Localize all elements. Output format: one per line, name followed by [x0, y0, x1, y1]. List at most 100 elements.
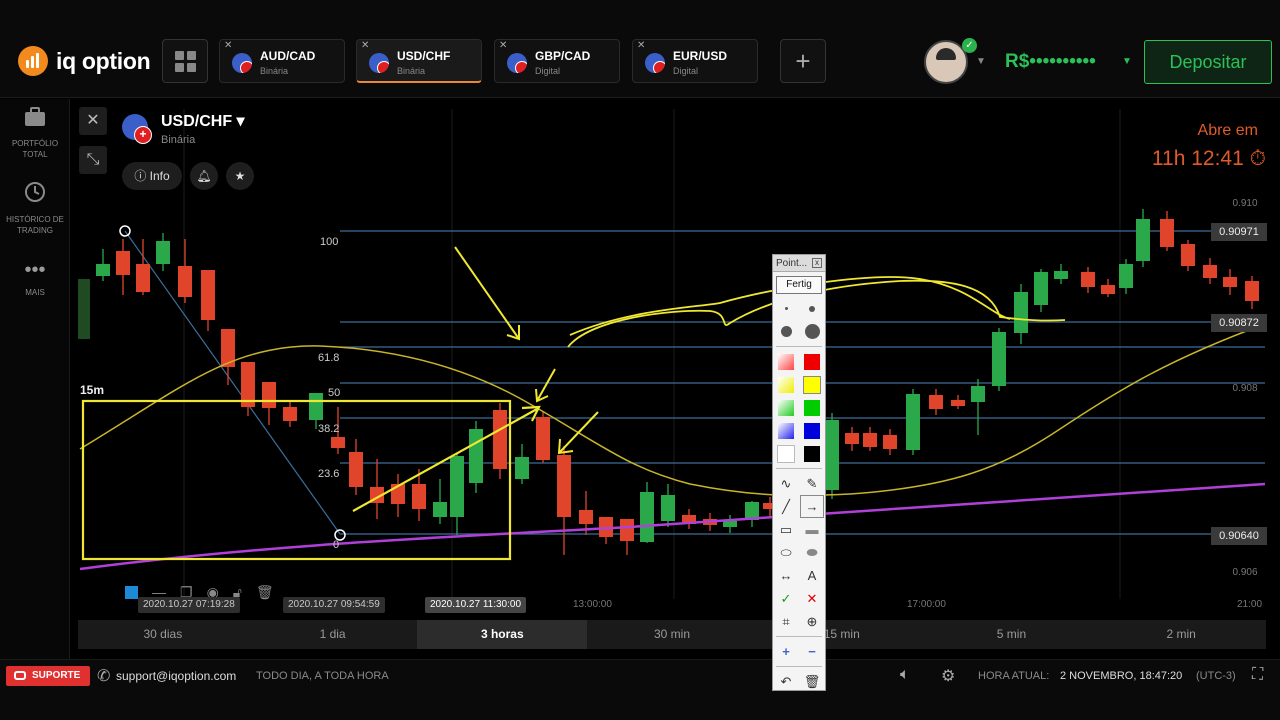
- pen-size-small[interactable]: [775, 298, 797, 319]
- fib-level-label: 50: [328, 387, 341, 399]
- balance[interactable]: R$••••••••••: [1005, 51, 1096, 73]
- tab-eur-usd[interactable]: ✕ EUR/USD Digital: [632, 39, 758, 83]
- assets-grid-button[interactable]: [162, 39, 208, 83]
- sidebar-item-label: MAIS: [25, 288, 45, 297]
- color-red-light[interactable]: [775, 351, 797, 372]
- color-yellow[interactable]: [801, 374, 823, 395]
- period-1d[interactable]: 1 dia: [248, 620, 418, 649]
- check-icon[interactable]: ✓: [775, 588, 797, 609]
- zoom-icon[interactable]: ⊕: [801, 611, 823, 632]
- bell-icon[interactable]: 🔔︎: [190, 162, 218, 190]
- timeframe-label[interactable]: 15m: [80, 383, 104, 397]
- done-button[interactable]: Fertig: [776, 276, 822, 294]
- period-5m[interactable]: 5 min: [927, 620, 1097, 649]
- fullscreen-icon[interactable]: ⛶: [1252, 666, 1263, 684]
- deposit-button[interactable]: Depositar: [1144, 40, 1272, 84]
- candle-body: [1101, 285, 1115, 294]
- close-chart-button[interactable]: ✕: [79, 107, 107, 135]
- flag-icon: [645, 53, 665, 73]
- close-tab-icon[interactable]: ✕: [224, 40, 232, 51]
- freehand-icon[interactable]: ∿: [775, 473, 797, 494]
- period-3h[interactable]: 3 horas: [417, 620, 588, 649]
- tab-gbp-cad[interactable]: ✕ GBP/CAD Digital: [494, 39, 620, 83]
- pen-size-xlarge[interactable]: [801, 321, 823, 342]
- color-white[interactable]: [775, 443, 797, 464]
- asset-name[interactable]: USD/CHF ▾: [161, 111, 245, 131]
- trash-icon[interactable]: 🗑︎: [801, 671, 823, 692]
- cross-icon[interactable]: ✕: [801, 588, 823, 609]
- filled-rectangle-icon[interactable]: ▬: [801, 519, 823, 540]
- color-blue[interactable]: [801, 420, 823, 441]
- chevron-down-icon[interactable]: ▼: [1122, 56, 1132, 67]
- filled-ellipse-icon[interactable]: ⬬: [801, 542, 823, 563]
- candle-body: [1014, 292, 1028, 333]
- color-black[interactable]: [801, 443, 823, 464]
- pen-size-medium[interactable]: [801, 298, 823, 319]
- candle-body: [96, 264, 110, 276]
- candle-body: [863, 433, 877, 447]
- minus-icon[interactable]: −: [801, 641, 823, 662]
- pointofix-palette: Point... x Fertig ∿ ✎ ╱ → ▭ ▬ ⬭ ⬬ ↔ A ✓ …: [772, 254, 826, 691]
- chevron-down-icon[interactable]: ▼: [976, 56, 986, 67]
- tab-aud-cad[interactable]: ✕ AUD/CAD Binária: [219, 39, 345, 83]
- close-tab-icon[interactable]: ✕: [361, 40, 369, 51]
- price-axis-label: 0.908: [1232, 383, 1258, 394]
- crop-icon[interactable]: ⌗: [775, 611, 797, 632]
- candle-body: [1119, 264, 1133, 288]
- tab-type: Digital: [673, 66, 699, 76]
- tab-name: EUR/USD: [673, 49, 728, 63]
- ellipse-icon[interactable]: ⬭: [775, 542, 797, 563]
- palette-title[interactable]: Point... x: [773, 255, 825, 272]
- annotation-arrow: [454, 246, 520, 341]
- candle-body: [992, 332, 1006, 386]
- support-email[interactable]: support@iqoption.com: [116, 669, 236, 683]
- add-tab-button[interactable]: +: [780, 39, 826, 83]
- undo-icon[interactable]: ↶: [775, 671, 797, 692]
- availability-text: TODO DIA, A TODA HORA: [256, 670, 389, 682]
- candle-body: [1054, 271, 1068, 279]
- candle-body: [283, 407, 297, 421]
- period-2m[interactable]: 2 min: [1096, 620, 1266, 649]
- arrow-icon[interactable]: →: [800, 495, 824, 518]
- trash-icon[interactable]: 🗑︎: [256, 584, 274, 601]
- close-tab-icon[interactable]: ✕: [637, 40, 645, 51]
- sidebar-item-history[interactable]: HISTÓRICO DE TRADING: [0, 181, 70, 236]
- candle-body: [579, 510, 593, 524]
- tab-usd-chf[interactable]: ✕ USD/CHF Binária: [356, 39, 482, 83]
- candle-body: [1203, 265, 1217, 278]
- line-icon[interactable]: ╱: [775, 496, 797, 517]
- eraser-icon[interactable]: ✎: [801, 473, 823, 494]
- gear-icon[interactable]: ⚙: [941, 666, 955, 686]
- color-blue-light[interactable]: [775, 420, 797, 441]
- color-yellow-light[interactable]: [775, 374, 797, 395]
- candle-body: [116, 251, 130, 275]
- support-button[interactable]: SUPORTE: [6, 666, 90, 686]
- rectangle-icon[interactable]: ▭: [775, 519, 797, 540]
- sidebar-item-more[interactable]: ••• MAIS: [0, 259, 70, 298]
- candle-body: [640, 492, 654, 542]
- sidebar-item-portfolio[interactable]: PORTFÓLIO TOTAL: [0, 107, 70, 160]
- pen-size-large[interactable]: [775, 321, 797, 342]
- candle-body: [971, 386, 985, 402]
- logo[interactable]: iq option: [18, 46, 151, 76]
- color-green-light[interactable]: [775, 397, 797, 418]
- info-button[interactable]: ⓘ Info: [122, 162, 182, 190]
- price-tag: 0.90640: [1211, 527, 1267, 545]
- double-arrow-icon[interactable]: ↔: [775, 565, 797, 586]
- candle-body: [78, 279, 90, 339]
- plus-icon[interactable]: +: [775, 641, 797, 662]
- volume-icon[interactable]: 🔈︎: [900, 666, 910, 684]
- close-icon[interactable]: x: [812, 258, 822, 268]
- palette-tools: [773, 298, 825, 342]
- star-icon[interactable]: ★: [226, 162, 254, 190]
- candle-body: [845, 433, 859, 444]
- collapse-icon[interactable]: ⤡: [79, 146, 107, 174]
- color-picker[interactable]: [125, 585, 138, 599]
- color-green[interactable]: [801, 397, 823, 418]
- period-30d[interactable]: 30 dias: [78, 620, 248, 649]
- sidebar-item-label: PORTFÓLIO TOTAL: [11, 139, 59, 159]
- period-30m[interactable]: 30 min: [587, 620, 757, 649]
- text-icon[interactable]: A: [801, 565, 823, 586]
- close-tab-icon[interactable]: ✕: [499, 40, 507, 51]
- color-red[interactable]: [801, 351, 823, 372]
